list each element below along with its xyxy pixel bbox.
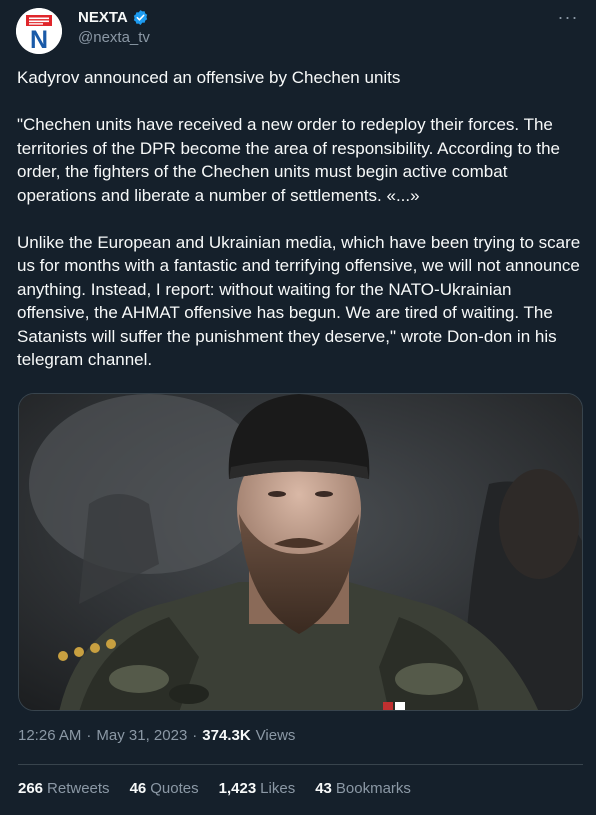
bookmarks-label: Bookmarks	[335, 780, 411, 797]
meta-separator: ·	[86, 727, 92, 744]
views-count: 374.3K	[202, 727, 251, 744]
verified-badge-icon	[132, 9, 149, 26]
avatar[interactable]: N	[16, 8, 62, 54]
likes-count: 1,423	[218, 780, 257, 797]
tweet-header: N NEXTA @nexta_tv ···	[16, 4, 582, 54]
portrait-photo	[19, 394, 582, 710]
quotes-label: Quotes	[150, 780, 199, 797]
nexta-logo-icon: N	[16, 8, 62, 54]
divider	[18, 764, 583, 765]
bookmarks-count: 43	[315, 780, 332, 797]
retweets-stat[interactable]: 266 Retweets	[18, 780, 110, 797]
tweet-paragraph-quote: "Chechen units have received a new order…	[17, 115, 565, 205]
tweet-meta: 12:26 AM · May 31, 2023 · 374.3K Views	[18, 727, 295, 744]
more-options-icon[interactable]: ···	[556, 8, 580, 30]
bookmarks-stat[interactable]: 43 Bookmarks	[315, 780, 411, 797]
display-name[interactable]: NEXTA	[78, 9, 128, 26]
meta-separator: ·	[192, 727, 198, 744]
tweet-photo[interactable]	[18, 393, 583, 711]
account-name-block: NEXTA @nexta_tv	[78, 9, 150, 46]
tweet-text: Kadyrov announced an offensive by Cheche…	[17, 66, 582, 372]
retweets-count: 266	[18, 780, 44, 797]
views-label: Views	[255, 727, 296, 744]
retweets-label: Retweets	[47, 780, 110, 797]
account-handle[interactable]: @nexta_tv	[78, 29, 150, 46]
tweet-stats: 266 Retweets 46 Quotes 1,423 Likes 43 Bo…	[18, 780, 411, 797]
likes-label: Likes	[260, 780, 296, 797]
avatar-letter: N	[30, 26, 48, 54]
tweet-date[interactable]: May 31, 2023	[96, 727, 187, 744]
tweet-paragraph-statement: Unlike the European and Ukrainian media,…	[17, 232, 585, 370]
quotes-stat[interactable]: 46 Quotes	[130, 780, 199, 797]
likes-stat[interactable]: 1,423 Likes	[219, 780, 296, 797]
tweet-headline: Kadyrov announced an offensive by Cheche…	[17, 68, 401, 87]
tweet-time[interactable]: 12:26 AM	[18, 727, 81, 744]
quotes-count: 46	[129, 780, 147, 797]
